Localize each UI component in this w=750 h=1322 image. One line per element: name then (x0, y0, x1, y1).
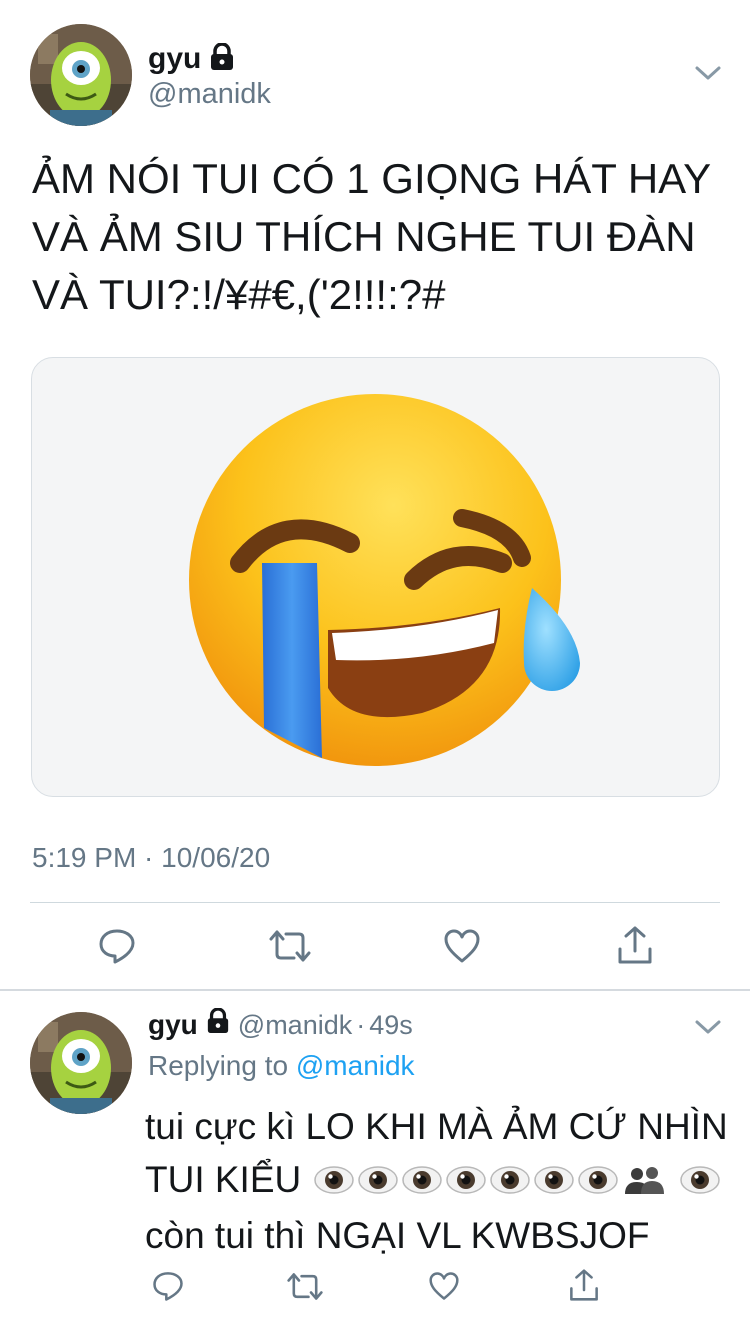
share-icon (618, 926, 652, 964)
share-icon (570, 1269, 598, 1301)
mention-link[interactable]: @manidk (296, 1050, 415, 1081)
avatar[interactable] (30, 1012, 132, 1114)
eye-emoji (357, 1156, 398, 1209)
reply-time[interactable]: 49s (369, 1010, 413, 1041)
like-icon (444, 929, 480, 963)
handle[interactable]: @manidk (238, 1010, 352, 1041)
eye-emoji (313, 1156, 354, 1209)
dot-separator: · (356, 1010, 366, 1040)
divider (30, 902, 720, 903)
retweet-button[interactable] (285, 1268, 325, 1304)
share-button[interactable] (614, 923, 656, 967)
avatar[interactable] (30, 24, 132, 126)
eye-emoji-row (312, 1159, 678, 1200)
reply-text: tui cực kì LO KHI MÀ ẢM CỨ NHÌN TUI KIỂU… (145, 1100, 735, 1262)
tweet-text: ẢM NÓI TUI CÓ 1 GIỌNG HÁT HAY VÀ ẢM SIU … (32, 150, 732, 324)
reply-button[interactable] (150, 1268, 186, 1304)
eye-emoji (577, 1156, 618, 1209)
tweet-media[interactable] (31, 357, 720, 797)
tweet-text-line: ẢM NÓI TUI CÓ 1 GIỌNG HÁT HAY (32, 155, 712, 202)
like-button[interactable] (441, 925, 483, 967)
reply-text-part: còn tui thì NGẠI VL KWBSJOF (145, 1214, 650, 1256)
face-with-tears-of-joy-emoji (189, 394, 580, 766)
tweet-text-line: VÀ ẢM SIU THÍCH NGHE TUI ĐÀN (32, 213, 696, 260)
replying-label: Replying to (148, 1050, 289, 1081)
tweet-timestamp[interactable]: 5:19 PM · 10/06/20 (32, 842, 270, 874)
reply-icon (153, 1272, 183, 1301)
eye-emoji (533, 1156, 574, 1209)
reply-button[interactable] (96, 925, 138, 967)
reply-icon (99, 929, 135, 964)
eye-emoji (445, 1156, 486, 1209)
handle[interactable]: @manidk (148, 78, 271, 111)
share-button[interactable] (566, 1266, 602, 1304)
eye-emoji (489, 1156, 530, 1209)
reply-header: gyu @manidk · 49s (148, 1007, 413, 1041)
eye-emoji (401, 1156, 442, 1209)
section-divider (0, 989, 750, 991)
replying-to: Replying to @manidk (148, 1050, 415, 1082)
like-icon (429, 1272, 459, 1300)
display-name[interactable]: gyu (148, 42, 201, 76)
chevron-down-icon[interactable] (694, 64, 722, 87)
like-button[interactable] (426, 1268, 462, 1304)
retweet-icon (269, 930, 311, 962)
display-name[interactable]: gyu (148, 1009, 198, 1041)
chevron-down-icon[interactable] (694, 1018, 722, 1041)
lock-icon (209, 41, 235, 76)
tweet-text-line: VÀ TUI?:!/¥#€,('2!!!:?# (32, 271, 446, 318)
eye-emoji (680, 1156, 720, 1209)
retweet-button[interactable] (267, 925, 313, 967)
busts-emoji (622, 1156, 666, 1209)
lock-icon (206, 1007, 230, 1041)
retweet-icon (287, 1272, 323, 1300)
